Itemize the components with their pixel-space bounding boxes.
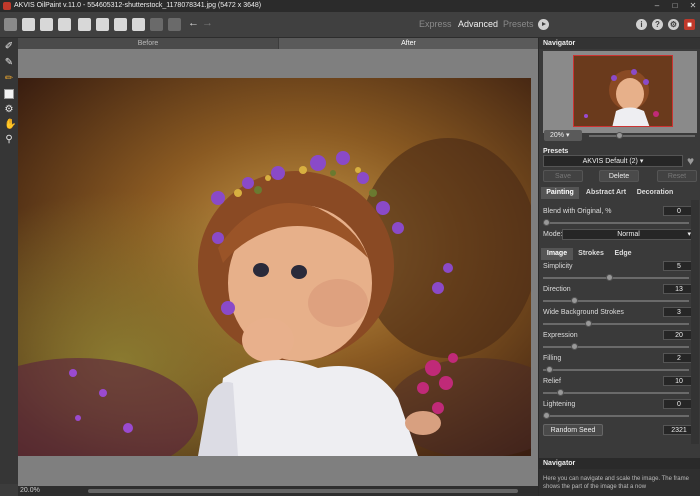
- share-icon[interactable]: [96, 18, 109, 31]
- view-tabs: Before After: [18, 38, 538, 49]
- tab-after[interactable]: After: [279, 38, 538, 49]
- preset-select[interactable]: AKVIS Default (2) ▾: [543, 155, 683, 167]
- window-title: AKVIS OilPaint v.11.0 - 554605312-shutte…: [14, 2, 262, 9]
- color-swatch-icon[interactable]: [4, 89, 14, 99]
- tab-before[interactable]: Before: [18, 38, 278, 49]
- check-icon[interactable]: [132, 18, 145, 31]
- app-logo-icon: [3, 2, 11, 10]
- zoom-select[interactable]: 20% ▾: [544, 130, 582, 141]
- background-icon[interactable]: [114, 18, 127, 31]
- tab-painting[interactable]: Painting: [541, 187, 579, 199]
- maximize-icon[interactable]: □: [670, 1, 680, 11]
- akvis-logo-icon[interactable]: [4, 18, 17, 31]
- settings-panel: Navigator 20% ▾ Presets AKVIS Default (2…: [538, 38, 700, 496]
- param-slider-knob[interactable]: [557, 389, 564, 396]
- open-icon[interactable]: [22, 18, 35, 31]
- image-canvas[interactable]: [18, 49, 538, 486]
- zoom-select-value: 20%: [550, 132, 565, 139]
- param-label: Direction: [543, 286, 571, 293]
- disabled-tool-icon-2: [168, 18, 181, 31]
- save-icon[interactable]: [40, 18, 53, 31]
- param-slider-track[interactable]: [543, 392, 689, 394]
- save-preset-button[interactable]: Save: [543, 170, 583, 182]
- param-label: Relief: [543, 378, 561, 385]
- param-label: Lightening: [543, 401, 576, 408]
- param-slider-track[interactable]: [543, 323, 689, 325]
- mode-select[interactable]: Normal: [562, 229, 695, 240]
- random-seed-button[interactable]: Random Seed: [543, 424, 603, 436]
- mode-express[interactable]: Express: [419, 19, 452, 29]
- blend-slider-knob[interactable]: [543, 219, 550, 226]
- param-label: Simplicity: [543, 263, 573, 270]
- blend-slider-track[interactable]: [543, 222, 689, 224]
- redo-icon[interactable]: →: [202, 17, 213, 30]
- zoom-slider-track[interactable]: [589, 135, 695, 137]
- preset-select-value: AKVIS Default (2): [582, 158, 638, 165]
- window-controls: – □ ✕: [652, 1, 698, 11]
- favorite-heart-icon[interactable]: ♥: [687, 154, 694, 168]
- zoom-icon[interactable]: ⚲: [4, 135, 14, 145]
- info-icon[interactable]: i: [636, 19, 647, 30]
- disabled-tool-icon: [150, 18, 163, 31]
- help-panel: Navigator Here you can navigate and scal…: [539, 458, 700, 496]
- delete-preset-button[interactable]: Delete: [599, 170, 639, 182]
- param-label: Expression: [543, 332, 578, 339]
- tool-panel: ✐ ✎ ✏ ⚙ ✋ ⚲: [0, 38, 18, 484]
- run-play-icon[interactable]: [538, 19, 549, 30]
- param-slider-track[interactable]: [543, 369, 689, 371]
- param-label: Filling: [543, 355, 562, 362]
- param-slider-knob[interactable]: [543, 412, 550, 419]
- tab-decoration[interactable]: Decoration: [633, 187, 677, 199]
- mode-select-value: Normal: [617, 231, 640, 238]
- panel-scrollbar[interactable]: [691, 200, 699, 444]
- tab-abstract-art[interactable]: Abstract Art: [581, 187, 631, 199]
- eyedropper-icon[interactable]: ⚙: [4, 105, 14, 115]
- pencil-icon[interactable]: ✏: [4, 74, 14, 84]
- param-slider-knob[interactable]: [606, 274, 613, 281]
- main-toolbar: ← → Express Advanced Presets i ? ⚙ ■: [0, 12, 700, 38]
- undo-icon[interactable]: ←: [188, 17, 199, 30]
- navigator-thumbnail[interactable]: [573, 55, 673, 127]
- close-icon[interactable]: ✕: [688, 1, 698, 11]
- param-slider-track[interactable]: [543, 300, 689, 302]
- mode-advanced[interactable]: Advanced: [458, 19, 498, 29]
- navigator-view[interactable]: [543, 51, 697, 133]
- batch-icon[interactable]: [78, 18, 91, 31]
- param-slider-track[interactable]: [543, 277, 689, 279]
- minimize-icon[interactable]: –: [652, 1, 662, 11]
- param-slider-knob[interactable]: [585, 320, 592, 327]
- help-title: Navigator: [539, 458, 700, 469]
- reset-preset-button[interactable]: Reset: [657, 170, 697, 182]
- param-slider-track[interactable]: [543, 346, 689, 348]
- param-slider-knob[interactable]: [571, 343, 578, 350]
- zoom-readout: 20.0%: [20, 487, 40, 494]
- gear-icon[interactable]: ⚙: [668, 19, 679, 30]
- help-icon[interactable]: ?: [652, 19, 663, 30]
- decoration-brush-icon[interactable]: ✎: [4, 58, 14, 68]
- painted-photo: [18, 78, 531, 456]
- tab-strokes[interactable]: Strokes: [575, 248, 607, 260]
- param-slider-knob[interactable]: [571, 297, 578, 304]
- scroll-thumb[interactable]: [88, 489, 518, 493]
- print-icon[interactable]: [58, 18, 71, 31]
- horizontal-scrollbar[interactable]: 20.0%: [18, 486, 538, 496]
- mode-label: Mode:: [543, 231, 563, 238]
- tab-image[interactable]: Image: [541, 248, 573, 260]
- feedback-icon[interactable]: ■: [684, 19, 695, 30]
- param-slider-track[interactable]: [543, 415, 689, 417]
- mode-presets[interactable]: Presets: [503, 19, 534, 29]
- navigator-header: Navigator: [539, 38, 700, 49]
- help-text: Here you can navigate and scale the imag…: [543, 476, 689, 490]
- param-label: Wide Background Strokes: [543, 309, 624, 316]
- brush-icon[interactable]: ✐: [4, 42, 14, 52]
- blend-label: Blend with Original, %: [543, 208, 612, 215]
- hand-icon[interactable]: ✋: [4, 120, 16, 130]
- tab-edge[interactable]: Edge: [609, 248, 637, 260]
- zoom-slider-knob[interactable]: [616, 132, 623, 139]
- param-slider-knob[interactable]: [546, 366, 553, 373]
- title-bar: AKVIS OilPaint v.11.0 - 554605312-shutte…: [0, 0, 700, 12]
